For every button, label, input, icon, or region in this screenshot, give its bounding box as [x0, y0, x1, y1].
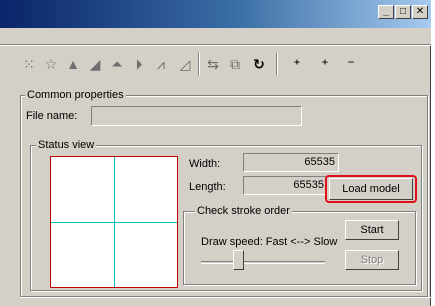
toolbar-button-4[interactable]: ⏶: [108, 55, 126, 73]
main-window: _ □ ✕ ⁙ ☆ ▲ ◢ ⏶ ⏵ ⩘ ◿ ⇆ ⧉ ↻ ⁺ ⁺ ⁻ Common…: [0, 0, 431, 306]
toolbar-button-1[interactable]: ☆: [42, 55, 60, 73]
stroke-preview-canvas: [50, 156, 178, 288]
add-point-icon: ⁺: [293, 56, 301, 72]
copy-icon: ⧉: [230, 56, 240, 72]
draw-speed-slider-thumb[interactable]: [232, 250, 244, 270]
mirror-icon: ⩘: [157, 56, 165, 72]
insert-point-icon: ⁺: [321, 56, 329, 72]
status-view-title: Status view: [36, 139, 97, 151]
toolbar-button-13[interactable]: ⁻: [342, 55, 360, 73]
length-field: 65535: [243, 176, 327, 195]
toolbar-button-8[interactable]: ⇆: [204, 55, 222, 73]
window-bottom-edge: [20, 297, 431, 298]
width-label: Width:: [189, 158, 221, 170]
maximize-icon: □: [399, 6, 407, 17]
skew-icon: ◿: [179, 56, 191, 72]
toolbar-button-12[interactable]: ⁺: [316, 55, 334, 73]
rotate-icon: ↻: [253, 56, 265, 72]
flip-horizontal-icon: ⏵: [135, 56, 143, 72]
common-properties-title: Common properties: [25, 89, 126, 101]
lock-icon: ▲: [66, 56, 80, 72]
width-value: 65535: [304, 156, 335, 168]
check-stroke-order-title: Check stroke order: [195, 205, 292, 217]
flip-vertical-icon: ⏶: [111, 56, 123, 72]
minimize-button[interactable]: _: [378, 5, 394, 19]
title-bar[interactable]: _ □ ✕: [0, 0, 431, 28]
close-button[interactable]: ✕: [412, 5, 428, 19]
menu-bar: [0, 28, 431, 44]
preview-horizontal-guide: [51, 222, 177, 223]
file-name-field[interactable]: [91, 106, 302, 126]
width-field: 65535: [243, 153, 339, 172]
maximize-button[interactable]: □: [395, 5, 411, 19]
menu-divider: [0, 44, 431, 46]
toolbar-button-9[interactable]: ⧉: [226, 55, 244, 73]
toolbar-button-7[interactable]: ◿: [176, 55, 194, 73]
toolbar-button-0[interactable]: ⁙: [20, 55, 38, 73]
remove-point-icon: ⁻: [347, 56, 355, 72]
toolbar-button-2[interactable]: ▲: [64, 55, 82, 73]
draw-speed-slider-track[interactable]: [201, 261, 325, 264]
toolbar-button-10[interactable]: ↻: [250, 55, 268, 73]
length-label: Length:: [189, 181, 226, 193]
minimize-icon: _: [383, 6, 389, 17]
draw-speed-label: Draw speed: Fast <--> Slow: [201, 236, 338, 248]
swap-icon: ⇆: [207, 56, 219, 72]
toolbar-button-3[interactable]: ◢: [86, 55, 104, 73]
toolbar-separator: [276, 53, 278, 75]
toolbar-button-6[interactable]: ⩘: [152, 55, 170, 73]
file-name-label: File name:: [26, 110, 78, 122]
toolbar-button-5[interactable]: ⏵: [130, 55, 148, 73]
toolbar-separator: [198, 53, 200, 75]
start-button[interactable]: Start: [345, 220, 399, 240]
stop-button[interactable]: Stop: [345, 250, 399, 270]
unlock-icon: ◢: [89, 56, 101, 72]
load-model-highlight: [325, 175, 417, 203]
select-all-icon: ⁙: [23, 56, 35, 72]
length-value: 65535: [293, 179, 324, 191]
reset-icon: ☆: [44, 56, 58, 72]
toolbar: ⁙ ☆ ▲ ◢ ⏶ ⏵ ⩘ ◿ ⇆ ⧉ ↻ ⁺ ⁺ ⁻: [0, 47, 431, 79]
close-icon: ✕: [415, 6, 425, 17]
toolbar-button-11[interactable]: ⁺: [288, 55, 306, 73]
